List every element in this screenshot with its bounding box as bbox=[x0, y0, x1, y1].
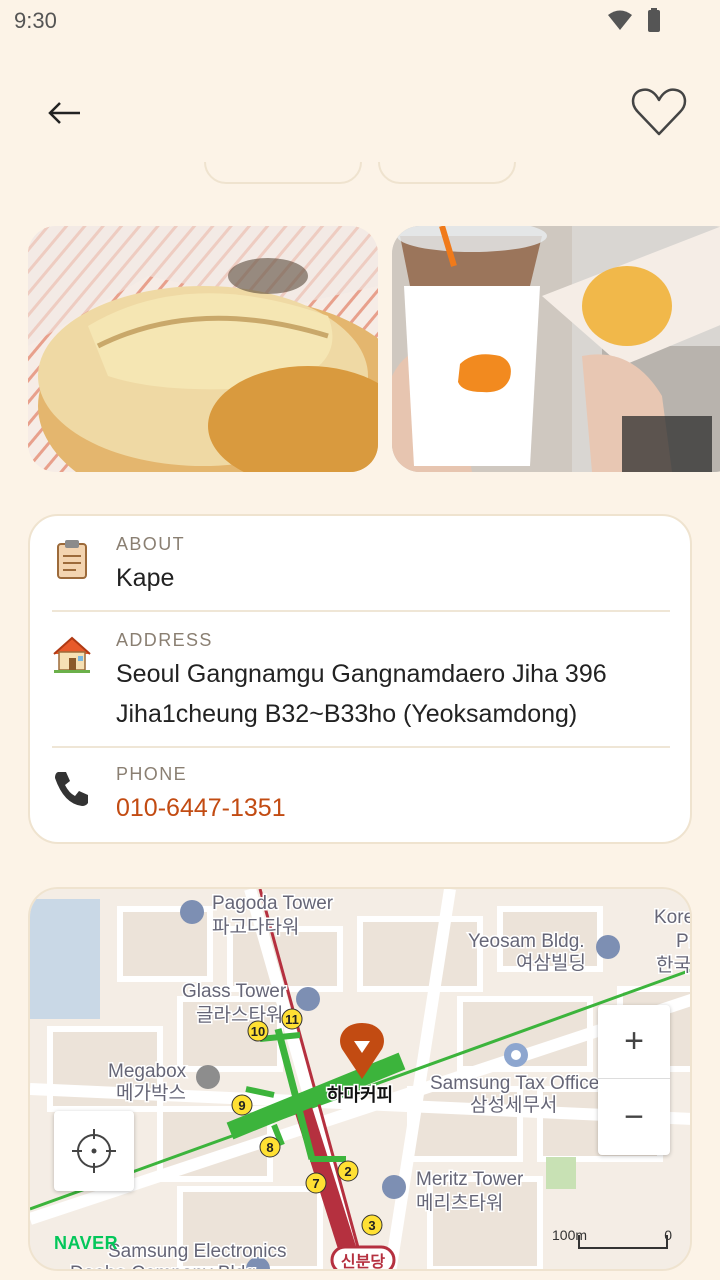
my-location-button[interactable] bbox=[54, 1111, 134, 1191]
station-label: 신분당 bbox=[330, 1245, 396, 1271]
crosshair-icon bbox=[72, 1129, 116, 1173]
exit-marker: 3 bbox=[361, 1214, 383, 1236]
zoom-out-button[interactable]: − bbox=[598, 1080, 670, 1154]
map-canvas[interactable]: Pagoda Tower 파고다타워 Yeosam Bldg. 여삼빌딩 Gla… bbox=[30, 889, 692, 1271]
heart-icon bbox=[631, 88, 687, 136]
zoom-controls: + − bbox=[598, 1005, 670, 1155]
wifi-icon bbox=[608, 10, 632, 30]
back-arrow-icon bbox=[48, 102, 80, 124]
svg-text:9: 9 bbox=[238, 1098, 245, 1113]
map-label-megabox: Megabox bbox=[108, 1061, 187, 1082]
map-label-glass: Glass Tower bbox=[182, 981, 287, 1002]
map-label-pagoda-ko: 파고다타워 bbox=[212, 916, 299, 938]
address-label: ADDRESS bbox=[116, 630, 213, 650]
photo-coffee[interactable] bbox=[392, 226, 720, 472]
map-view[interactable]: Pagoda Tower 파고다타워 Yeosam Bldg. 여삼빌딩 Gla… bbox=[28, 887, 692, 1271]
house-icon bbox=[53, 636, 91, 673]
map-label-kore: Kore bbox=[654, 907, 692, 928]
status-time: 9:30 bbox=[14, 8, 57, 33]
about-value: Kape bbox=[116, 564, 175, 592]
about-row: ABOUT Kape bbox=[30, 516, 690, 612]
phone-number-link[interactable]: 010-6447-1351 bbox=[116, 788, 286, 828]
favorite-button[interactable] bbox=[626, 82, 692, 142]
map-label-glass-ko: 글라스타워 bbox=[196, 1004, 283, 1026]
battery-icon bbox=[648, 8, 660, 32]
map-label-yeosam: Yeosam Bldg. bbox=[468, 931, 585, 952]
svg-text:신분당: 신분당 bbox=[341, 1253, 385, 1271]
address-line1: Seoul Gangnamgu Gangnamdaero Jiha 396 bbox=[116, 660, 607, 688]
address-row: ADDRESS Seoul Gangnamgu Gangnamdaero Jih… bbox=[30, 612, 690, 748]
map-label-meritz: Meritz Tower bbox=[416, 1169, 524, 1190]
zoom-in-button[interactable]: + bbox=[598, 1005, 670, 1079]
exit-marker: 7 bbox=[305, 1172, 327, 1194]
phone-row[interactable]: PHONE 010-6447-1351 bbox=[30, 748, 690, 844]
map-label-pr: Pr bbox=[676, 931, 692, 952]
back-button[interactable] bbox=[36, 88, 96, 138]
svg-text:8: 8 bbox=[266, 1140, 273, 1155]
exit-marker: 9 bbox=[231, 1094, 253, 1116]
map-label-samsung-elec: Samsung Electronics bbox=[108, 1241, 286, 1262]
map-label-pagoda: Pagoda Tower bbox=[212, 893, 334, 914]
clipboard-icon bbox=[57, 540, 87, 579]
svg-text:2: 2 bbox=[344, 1164, 351, 1179]
address-line2: Jiha1cheung B32~B33ho (Yeoksamdong) bbox=[116, 700, 578, 728]
about-label: ABOUT bbox=[116, 534, 186, 554]
phone-label: PHONE bbox=[116, 764, 188, 784]
map-label-samsung-tax: Samsung Tax Office bbox=[430, 1073, 599, 1094]
map-label-meritz-ko: 메리츠타워 bbox=[416, 1192, 503, 1214]
map-scale: 100m 0 bbox=[552, 1227, 672, 1251]
naver-logo: NAVER bbox=[54, 1233, 119, 1253]
map-label-megabox-ko: 메가박스 bbox=[116, 1082, 186, 1104]
exit-marker: 10 bbox=[247, 1020, 269, 1042]
map-label-samsung-elec-2: Daehe Company Bldg bbox=[70, 1263, 256, 1271]
scale-line bbox=[578, 1235, 668, 1249]
map-label-hanguk: 한국 bbox=[656, 954, 691, 976]
photo-bread[interactable] bbox=[28, 226, 378, 472]
svg-text:11: 11 bbox=[285, 1012, 299, 1027]
svg-text:10: 10 bbox=[251, 1024, 265, 1039]
map-label-yeosam-ko: 여삼빌딩 bbox=[516, 952, 586, 974]
phone-icon bbox=[55, 772, 88, 806]
svg-text:7: 7 bbox=[312, 1176, 319, 1191]
status-bar: 9:30 bbox=[0, 0, 720, 44]
map-label-cafe: 하마커피 bbox=[327, 1085, 393, 1105]
exit-marker: 8 bbox=[259, 1136, 281, 1158]
info-card: ABOUT Kape ADDRESS Seoul Gangnamgu Gangn… bbox=[28, 514, 692, 844]
exit-marker: 2 bbox=[337, 1160, 359, 1182]
exit-marker: 11 bbox=[281, 1008, 303, 1030]
map-label-samsung-tax-ko: 삼성세무서 bbox=[470, 1094, 557, 1116]
top-app-bar bbox=[0, 70, 720, 160]
svg-text:3: 3 bbox=[368, 1218, 375, 1233]
status-icons bbox=[608, 8, 660, 32]
